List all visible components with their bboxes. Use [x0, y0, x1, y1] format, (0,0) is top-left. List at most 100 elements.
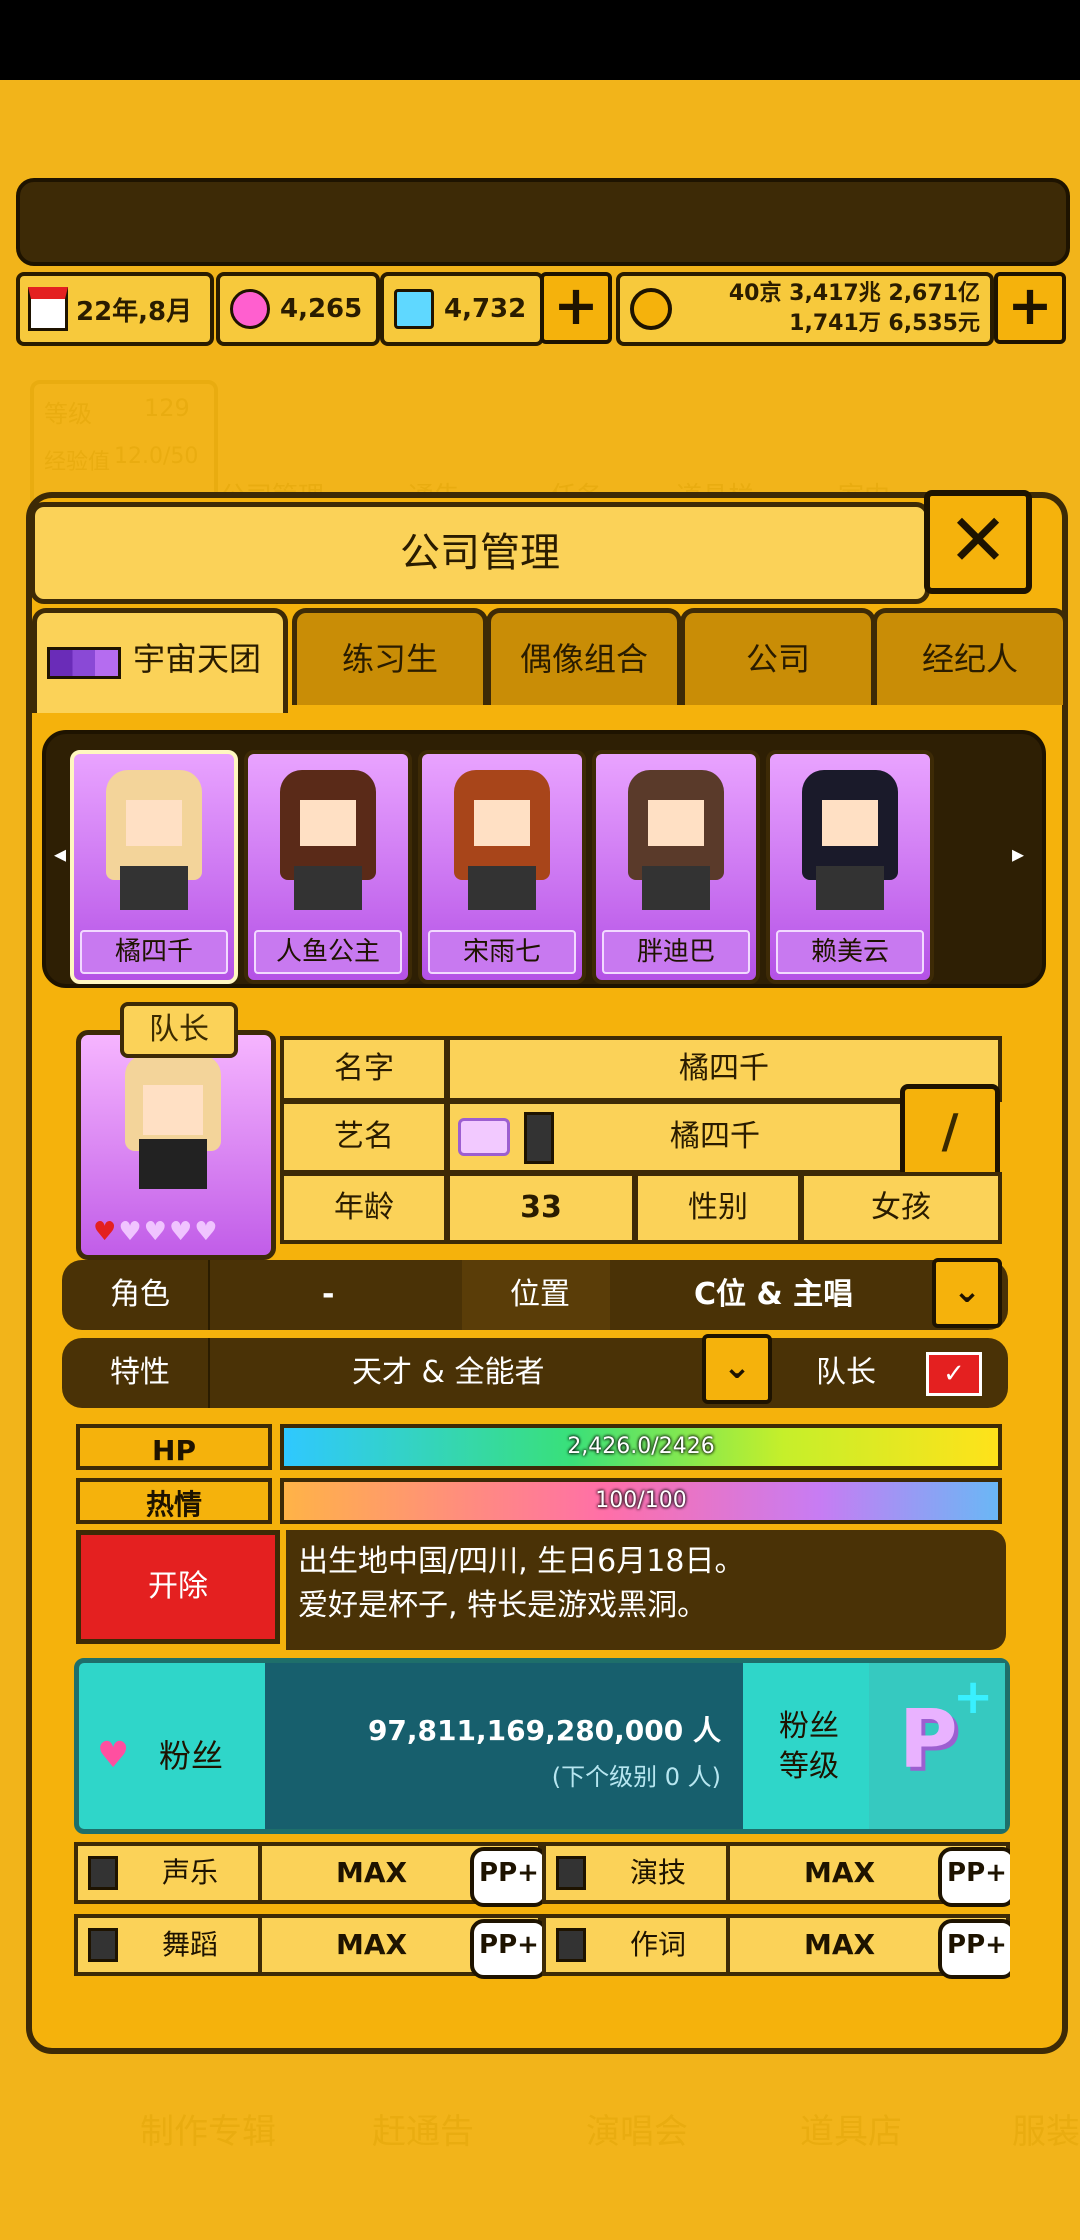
- heart-icon: ♥: [194, 1217, 218, 1247]
- stat-label-cell: 演技: [542, 1842, 730, 1904]
- profile-portrait: ♥ ♥ ♥ ♥ ♥: [76, 1030, 276, 1260]
- blue-gem-display: 4,732: [380, 272, 544, 346]
- bg-bottom-item: 制作专辑: [140, 2112, 276, 2152]
- role-label: 角色: [110, 1277, 170, 1312]
- idol-avatar: [102, 770, 206, 910]
- stage-name-field: 橘四千: [446, 1100, 906, 1174]
- boot-icon: [88, 1928, 118, 1962]
- bg-bottom-item: 赶通告: [372, 2112, 474, 2152]
- position-label: 位置: [510, 1277, 570, 1312]
- roster-card[interactable]: 胖迪巴: [592, 750, 760, 984]
- edit-pencil-icon[interactable]: /: [900, 1084, 1000, 1182]
- fans-next-level: (下个级别 0 人): [551, 1763, 721, 1791]
- hp-bar: 2,426.0/2426: [280, 1424, 1002, 1470]
- position-dropdown-icon[interactable]: ⌄: [932, 1258, 1002, 1328]
- tab-trainee[interactable]: 练习生: [292, 608, 488, 705]
- idol-avatar: [276, 770, 380, 910]
- idol-avatar: [450, 770, 554, 910]
- group-icon: [47, 647, 121, 679]
- pink-gem-value: 4,265: [280, 294, 363, 324]
- leader-checkbox-icon[interactable]: ✓: [926, 1352, 982, 1396]
- roster-card[interactable]: 宋雨七: [418, 750, 586, 984]
- pink-gem-display: 4,265: [216, 272, 380, 346]
- trait-row: 特性 天才 & 全能者 队长: [62, 1338, 1008, 1408]
- heart-icon: ♥: [143, 1217, 167, 1247]
- heart-rating: ♥ ♥ ♥ ♥ ♥: [93, 1217, 218, 1247]
- bg-level-label: 等级: [44, 400, 92, 428]
- microphone-icon: [524, 1112, 554, 1164]
- bg-exp-label: 经验值: [44, 450, 111, 475]
- bg-bottom-item: 演唱会: [586, 2112, 688, 2152]
- scroll-left-icon[interactable]: ◂: [54, 840, 66, 868]
- stage-name-value: 橘四千: [670, 1119, 760, 1154]
- position-value: C位 & 主唱: [694, 1277, 854, 1312]
- money-line-2: 1,741万 6,535元: [789, 311, 980, 336]
- roster-card[interactable]: 人鱼公主: [244, 750, 412, 984]
- pp-plus-button[interactable]: PP+: [470, 1919, 548, 1979]
- top-banner: [16, 178, 1070, 266]
- stat-name: 演技: [630, 1856, 687, 1889]
- idol-avatar: [121, 1055, 225, 1195]
- gender-label: 性别: [634, 1172, 802, 1244]
- age-label: 年龄: [280, 1172, 448, 1244]
- fans-label: 粉丝: [159, 1737, 224, 1775]
- age-value: 33: [446, 1172, 636, 1244]
- tab-label: 宇宙天团: [133, 640, 262, 678]
- dialog-title: 公司管理: [30, 502, 930, 604]
- roster-card[interactable]: 橘四千: [70, 750, 238, 984]
- tab-cosmic-group[interactable]: 宇宙天团: [32, 608, 288, 713]
- roster-card-name: 宋雨七: [428, 930, 576, 974]
- role-position-row: 角色 - 位置 C位 & 主唱: [62, 1260, 1008, 1330]
- roster-card-name: 橘四千: [80, 930, 228, 974]
- gender-value: 女孩: [800, 1172, 1002, 1244]
- stat-name: 声乐: [162, 1856, 219, 1889]
- tab-company[interactable]: 公司: [680, 608, 876, 705]
- add-money-button[interactable]: +: [994, 272, 1066, 344]
- leader-label: 队长: [816, 1355, 876, 1390]
- heart-icon: ♥: [93, 1217, 117, 1247]
- stat-name: 作词: [630, 1928, 687, 1961]
- date-display: 22年,8月: [16, 272, 214, 346]
- idol-avatar: [798, 770, 902, 910]
- fans-count: 97,811,169,280,000 人: [367, 1714, 721, 1747]
- pp-plus-icon[interactable]: P +: [869, 1663, 1005, 1829]
- add-gems-button[interactable]: +: [540, 272, 612, 344]
- roster-card[interactable]: 赖美云: [766, 750, 934, 984]
- pp-plus-button[interactable]: PP+: [470, 1847, 548, 1907]
- coin-icon: [630, 288, 672, 330]
- microphone-icon: [88, 1856, 118, 1890]
- close-icon[interactable]: ✕: [924, 490, 1032, 594]
- resource-bar: 22年,8月 4,265 4,732 + 40京 3,417兆 2,671亿 1…: [16, 272, 1066, 346]
- scroll-right-icon[interactable]: ▸: [1012, 840, 1024, 868]
- trait-value: 天才 & 全能者: [352, 1355, 545, 1390]
- bio-line-1: 出生地中国/四川, 生日6月18日。: [298, 1544, 745, 1579]
- leader-badge: 队长: [120, 1002, 238, 1058]
- pp-plus-button[interactable]: PP+: [938, 1847, 1010, 1907]
- stat-label-cell: 舞蹈: [74, 1914, 262, 1976]
- stat-label-cell: 声乐: [74, 1842, 262, 1904]
- pp-plus-button[interactable]: PP+: [938, 1919, 1010, 1979]
- member-roster: ◂ ▸ 橘四千 人鱼公主 宋雨七 胖迪巴 赖美云: [42, 730, 1046, 988]
- camera-icon: [556, 1856, 586, 1890]
- hp-text: 2,426.0/2426: [567, 1434, 715, 1459]
- bg-bottom-item: 道具店: [800, 2112, 902, 2152]
- fans-level-label-1: 粉丝: [779, 1709, 839, 1744]
- bio-text: 出生地中国/四川, 生日6月18日。 爱好是杯子, 特长是游戏黑洞。: [286, 1530, 1006, 1650]
- tab-idol-group[interactable]: 偶像组合: [486, 608, 682, 705]
- fans-level-label-2: 等级: [779, 1749, 839, 1784]
- money-display: 40京 3,417兆 2,671亿 1,741万 6,535元: [616, 272, 994, 346]
- stage-name-label: 艺名: [280, 1100, 448, 1174]
- heart-icon: ♥: [168, 1217, 193, 1247]
- fans-panel: ♥ 粉丝 97,811,169,280,000 人 (下个级别 0 人) 粉丝 …: [74, 1658, 1010, 1834]
- idol-avatar: [624, 770, 728, 910]
- bg-exp-value: 12.0/50: [114, 444, 199, 469]
- blue-gem-value: 4,732: [444, 294, 527, 324]
- bg-level-value: 129: [144, 394, 190, 422]
- pen-icon: [556, 1928, 586, 1962]
- calendar-icon: [28, 287, 68, 331]
- stat-label-cell: 作词: [542, 1914, 730, 1976]
- fire-button[interactable]: 开除: [76, 1530, 280, 1644]
- tab-manager[interactable]: 经纪人: [872, 608, 1068, 705]
- trait-dropdown-icon[interactable]: ⌄: [702, 1334, 772, 1404]
- blue-gem-icon: [394, 289, 434, 329]
